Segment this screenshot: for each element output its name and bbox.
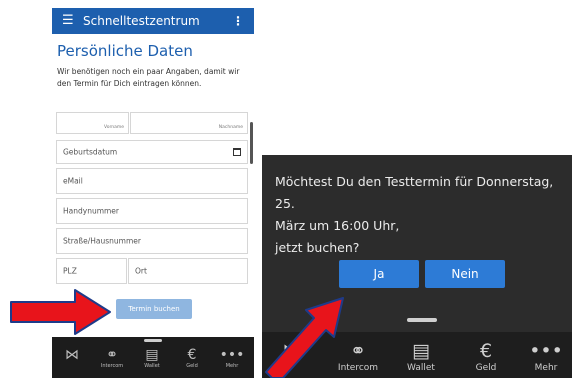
nav-mehr[interactable]: ••• Mehr — [518, 340, 572, 375]
nav-geld[interactable]: € Geld — [172, 347, 212, 370]
logo-icon: ⋈ — [65, 347, 79, 363]
page-title: Persönliche Daten — [57, 42, 193, 60]
nav-wallet[interactable]: ▤ Wallet — [393, 340, 449, 375]
birthdate-field[interactable]: Geburtsdatum — [56, 140, 248, 164]
nav-geld[interactable]: € Geld — [458, 340, 514, 375]
calendar-icon[interactable] — [233, 148, 241, 156]
first-name-label: Vorname — [103, 125, 124, 130]
more-dots-icon: ••• — [219, 347, 245, 363]
first-name-field[interactable]: Vorname — [56, 112, 129, 134]
euro-icon: € — [479, 340, 493, 362]
last-name-field[interactable]: Nachname — [130, 112, 248, 134]
book-appointment-button[interactable]: Termin buchen — [116, 299, 192, 319]
zip-placeholder: PLZ — [63, 266, 77, 276]
city-field[interactable]: Ort — [128, 258, 248, 284]
page-description: Wir benötigen noch ein paar Angaben, dam… — [57, 67, 240, 88]
app-bar: ☰ Schnelltestzentrum ⋮ — [52, 8, 254, 34]
nav-mehr[interactable]: ••• Mehr — [212, 347, 252, 370]
drag-handle[interactable] — [144, 339, 162, 342]
no-button[interactable]: Nein — [425, 260, 505, 288]
euro-icon: € — [187, 347, 197, 363]
nav-intercom[interactable]: ⚭ Intercom — [92, 347, 132, 370]
dialog-line-2: März um 16:00 Uhr, — [275, 218, 400, 233]
wallet-icon: ▤ — [412, 340, 430, 362]
email-placeholder: eMail — [63, 176, 83, 186]
yes-button[interactable]: Ja — [339, 260, 419, 288]
phone-field[interactable]: Handynummer — [56, 198, 248, 224]
bottom-nav: ⋈ ⚭ Intercom ▤ Wallet € Geld ••• Mehr — [52, 337, 254, 378]
booking-form-screen: ☰ Schnelltestzentrum ⋮ Persönliche Daten… — [52, 0, 254, 378]
phone-placeholder: Handynummer — [63, 206, 120, 216]
app-title: Schnelltestzentrum — [83, 14, 200, 28]
intercom-icon: ⚭ — [106, 347, 118, 363]
birthdate-placeholder: Geburtsdatum — [63, 147, 118, 157]
zip-field[interactable]: PLZ — [56, 258, 127, 284]
nav-wallet[interactable]: ▤ Wallet — [132, 347, 172, 370]
street-placeholder: Straße/Hausnummer — [63, 236, 141, 246]
kebab-menu-icon[interactable]: ⋮ — [232, 13, 244, 29]
confirmation-screen: Möchtest Du den Testtermin für Donnersta… — [262, 155, 572, 378]
dialog-line-3: jetzt buchen? — [275, 240, 360, 255]
city-placeholder: Ort — [135, 266, 147, 276]
email-field[interactable]: eMail — [56, 168, 248, 194]
nav-home[interactable]: ⋈ — [264, 340, 320, 362]
logo-icon: ⋈ — [282, 340, 302, 362]
dialog-line-1: Möchtest Du den Testtermin für Donnersta… — [275, 174, 554, 211]
drag-handle[interactable] — [407, 318, 437, 322]
bottom-nav: ⋈ ⚭ Intercom ▤ Wallet € Geld ••• Mehr — [262, 332, 572, 378]
hamburger-icon[interactable]: ☰ — [62, 13, 74, 29]
nav-intercom[interactable]: ⚭ Intercom — [330, 340, 386, 375]
scrollbar[interactable] — [250, 122, 253, 164]
last-name-label: Nachname — [218, 125, 243, 130]
dialog-message: Möchtest Du den Testtermin für Donnersta… — [275, 171, 565, 259]
nav-home[interactable]: ⋈ — [52, 347, 92, 363]
intercom-icon: ⚭ — [350, 340, 366, 362]
street-field[interactable]: Straße/Hausnummer — [56, 228, 248, 254]
more-dots-icon: ••• — [529, 340, 563, 362]
wallet-icon: ▤ — [145, 347, 159, 363]
